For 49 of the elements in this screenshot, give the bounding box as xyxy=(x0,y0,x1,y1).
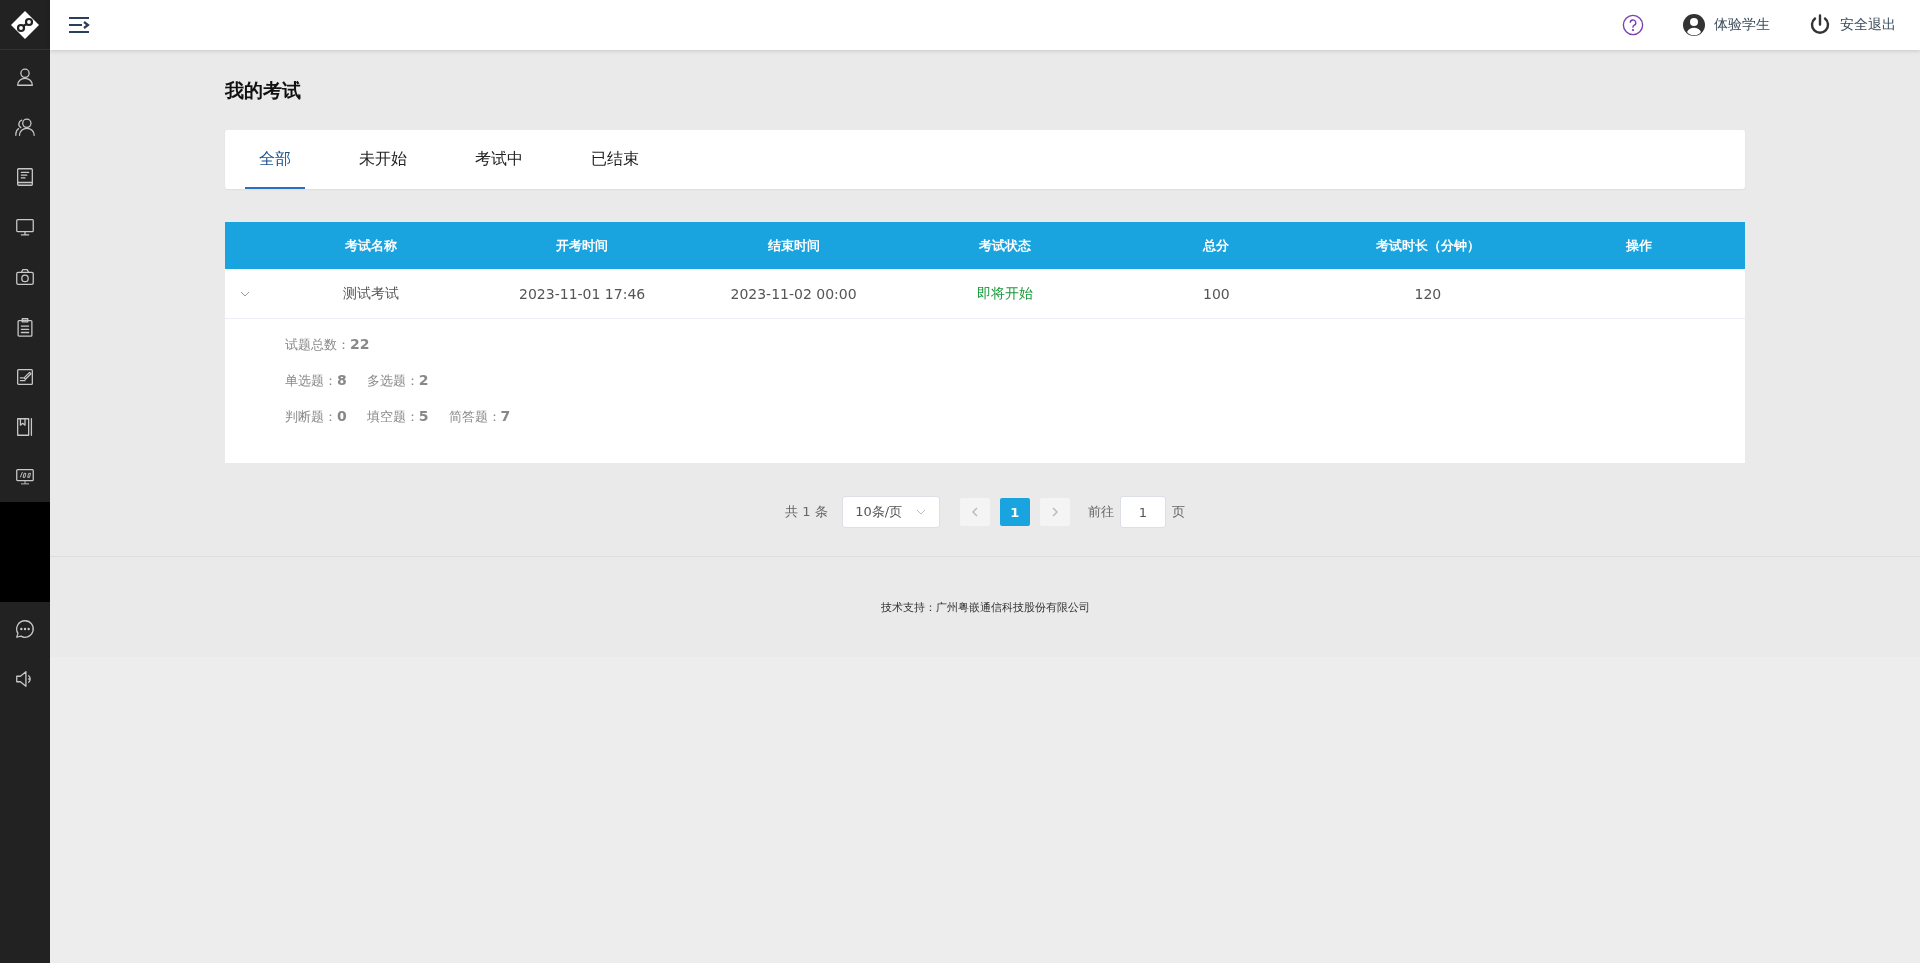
tab[interactable]: 考试中 xyxy=(461,130,537,189)
chat-icon[interactable] xyxy=(14,618,36,640)
edit-icon[interactable] xyxy=(14,366,36,388)
menu-icon[interactable] xyxy=(68,16,90,34)
table-cell-text: 2023-11-02 00:00 xyxy=(729,285,858,302)
screen-icon[interactable] xyxy=(14,466,36,488)
person-icon[interactable] xyxy=(14,66,36,88)
table-cell-text: 100 xyxy=(1202,285,1231,302)
table-cell-text: 2023-11-01 17:46 xyxy=(518,285,647,302)
page-size-select[interactable]: 10条/页 xyxy=(841,496,940,528)
question-count: 试题总数：22 xyxy=(285,336,370,354)
book-icon[interactable] xyxy=(14,166,36,188)
camera-icon[interactable] xyxy=(14,266,36,288)
column-header: 考试名称 xyxy=(343,236,398,255)
status-text: 即将开始 xyxy=(976,284,1034,303)
table-cell-text: 120 xyxy=(1413,285,1443,302)
help-icon[interactable] xyxy=(1622,14,1644,36)
page-unit: 页 xyxy=(1171,503,1185,521)
monitor-icon[interactable] xyxy=(14,216,36,238)
column-header: 结束时间 xyxy=(766,236,821,255)
column-header: 考试状态 xyxy=(978,236,1032,255)
clipboard-icon[interactable] xyxy=(14,316,36,338)
total-count: 共 1 条 xyxy=(785,503,828,521)
tab[interactable]: 未开始 xyxy=(345,130,421,189)
logout-link[interactable]: 安全退出 xyxy=(1840,16,1896,34)
user-avatar-icon[interactable] xyxy=(1682,13,1706,37)
column-header: 开考时间 xyxy=(555,236,610,255)
question-count: 单选题：8 xyxy=(285,372,347,390)
column-header: 考试时长（分钟） xyxy=(1374,236,1481,255)
logo-icon[interactable] xyxy=(10,9,40,40)
footer-text: 技术支持：广州粤嵌通信科技股份有限公司 xyxy=(880,599,1090,615)
column-header: 操作 xyxy=(1625,236,1654,255)
user-name[interactable]: 体验学生 xyxy=(1714,16,1770,34)
question-count: 多选题：2 xyxy=(366,372,429,390)
question-count: 简答题：7 xyxy=(448,408,511,426)
chevron-right-icon xyxy=(1050,507,1059,517)
question-count: 填空题：5 xyxy=(366,408,429,426)
caret-icon xyxy=(916,507,927,517)
tab[interactable]: 全部 xyxy=(245,130,305,189)
people-icon[interactable] xyxy=(14,116,36,138)
question-count: 判断题：0 xyxy=(285,408,347,426)
page-title: 我的考试 xyxy=(225,78,302,103)
power-icon[interactable] xyxy=(1808,13,1832,37)
chevron-left-icon xyxy=(970,507,979,517)
column-header: 总分 xyxy=(1201,236,1231,255)
tab[interactable]: 已结束 xyxy=(577,130,653,189)
table-cell-text: 测试考试 xyxy=(341,284,400,303)
goto-label: 前往 xyxy=(1087,503,1114,521)
page-input[interactable]: 1 xyxy=(1119,496,1166,528)
